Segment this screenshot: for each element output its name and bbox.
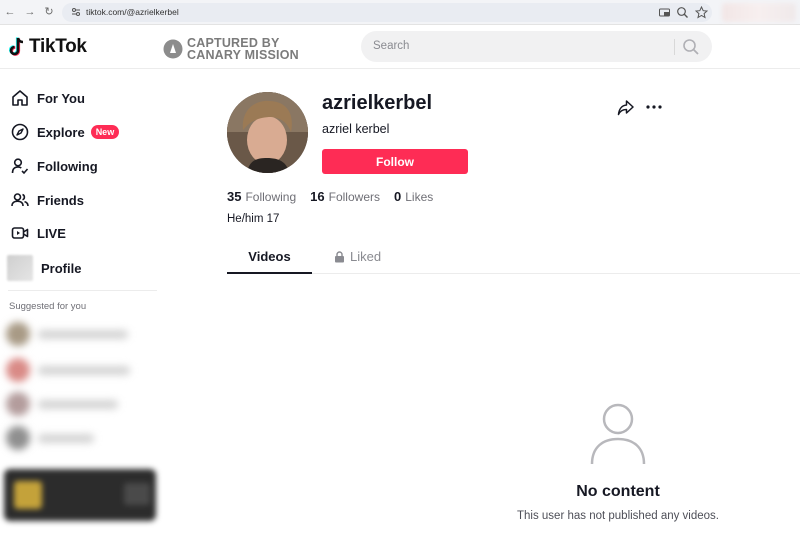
blurred-extensions <box>722 3 796 22</box>
address-bar[interactable]: tiktok.com/@azrielkerbel <box>62 3 712 22</box>
sidebar-item-explore[interactable]: Explore New <box>10 120 120 144</box>
profile-photo <box>227 92 308 173</box>
likes-label: Likes <box>405 190 434 204</box>
user-follow-icon <box>10 156 30 176</box>
canary-watermark: CAPTURED BY CANARY MISSION <box>163 37 299 61</box>
avatar <box>7 255 33 281</box>
profile-tabs: Videos Liked <box>227 247 800 274</box>
profile-nickname: azriel kerbel <box>322 122 390 136</box>
share-icon[interactable] <box>617 99 634 116</box>
following-count[interactable]: 35 <box>227 189 241 204</box>
search-divider <box>674 39 675 55</box>
search-bar[interactable]: Search <box>361 31 712 62</box>
cast-icon[interactable] <box>658 6 671 19</box>
live-icon <box>10 223 30 243</box>
site-settings-icon[interactable] <box>70 6 82 18</box>
profile-stats: 35 Following 16 Followers 0 Likes <box>227 189 447 204</box>
brand-name: TikTok <box>29 36 87 57</box>
sidebar-item-label: LIVE <box>37 225 66 241</box>
compass-icon <box>10 122 30 142</box>
sidebar: For You Explore New Following Friends LI… <box>0 70 160 536</box>
empty-state-subtitle: This user has not published any videos. <box>516 510 719 522</box>
follow-button[interactable]: Follow <box>322 149 468 174</box>
bookmark-star-icon[interactable] <box>695 6 708 19</box>
followers-count[interactable]: 16 <box>310 189 324 204</box>
sidebar-item-label: For You <box>37 90 85 106</box>
sidebar-item-for-you[interactable]: For You <box>10 86 85 110</box>
canary-logo-icon <box>163 39 183 59</box>
url-text: tiktok.com/@azrielkerbel <box>86 7 179 17</box>
profile-username: azrielkerbel <box>322 92 433 114</box>
top-header: TikTok CAPTURED BY CANARY MISSION Search <box>0 25 800 69</box>
tab-liked-label: Liked <box>350 249 382 264</box>
browser-toolbar: ← → ↻ tiktok.com/@azrielkerbel <box>0 0 800 25</box>
reload-icon[interactable]: ↻ <box>42 5 56 19</box>
likes-count: 0 <box>394 189 402 204</box>
more-options-icon[interactable] <box>645 99 663 115</box>
sidebar-item-label: Following <box>37 158 98 174</box>
followers-label[interactable]: Followers <box>329 190 380 204</box>
home-icon <box>10 88 30 108</box>
tab-liked[interactable]: Liked <box>334 247 381 274</box>
sidebar-item-live[interactable]: LIVE <box>10 221 66 245</box>
sidebar-item-profile[interactable]: Profile <box>7 254 82 282</box>
zoom-icon[interactable] <box>676 6 689 19</box>
watermark-line2: CANARY MISSION <box>187 48 299 62</box>
empty-user-icon <box>590 403 646 465</box>
sidebar-item-label: Friends <box>37 192 84 208</box>
new-badge: New <box>90 125 120 139</box>
profile-avatar[interactable] <box>227 92 308 173</box>
suggested-title: Suggested for you <box>9 301 87 312</box>
arrow-left-icon[interactable]: ← <box>3 5 17 19</box>
tiktok-logo[interactable]: TikTok <box>9 35 87 59</box>
arrow-right-icon[interactable]: → <box>23 5 37 19</box>
sidebar-divider <box>8 290 157 291</box>
suggested-accounts-blurred <box>4 318 160 453</box>
profile-bio: He/him 17 <box>227 213 280 225</box>
lock-icon <box>335 251 344 263</box>
following-label[interactable]: Following <box>245 190 296 204</box>
search-input[interactable]: Search <box>373 40 409 52</box>
tab-videos[interactable]: Videos <box>227 247 312 274</box>
sidebar-item-friends[interactable]: Friends <box>10 188 84 212</box>
sidebar-item-label: Profile <box>41 260 82 276</box>
empty-state-title: No content <box>576 483 660 500</box>
search-icon[interactable] <box>682 38 700 56</box>
sidebar-item-label: Explore <box>37 124 85 140</box>
promo-banner-blurred <box>4 469 156 521</box>
tiktok-note-icon <box>9 37 24 56</box>
friends-icon <box>10 190 30 210</box>
sidebar-item-following[interactable]: Following <box>10 154 98 178</box>
